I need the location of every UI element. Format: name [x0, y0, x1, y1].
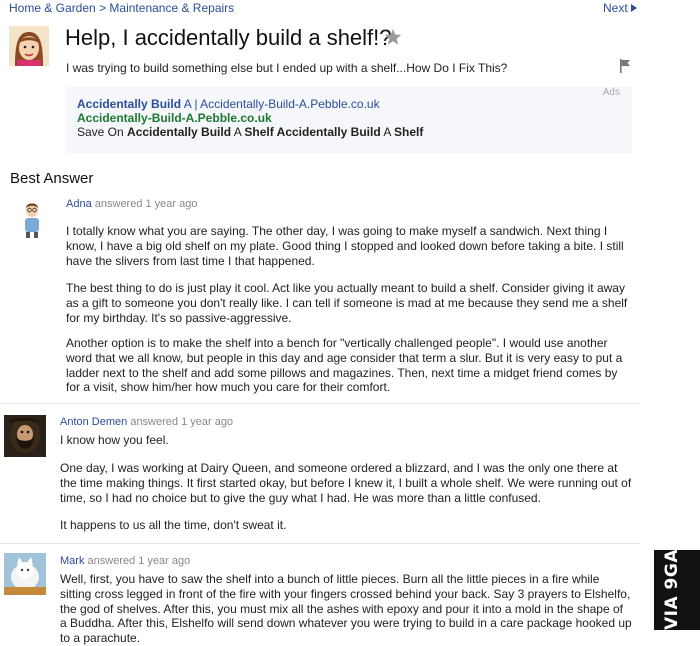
via-9gag-watermark: VIA 9GAG.COM [654, 550, 700, 630]
ad-desc-bold-1: Accidentally Build [127, 125, 232, 139]
answerer-avatar-anton-demen[interactable] [4, 415, 46, 457]
answerer-name-mark[interactable]: Mark [60, 555, 84, 567]
breadcrumb-maintenance-repairs[interactable]: Maintenance & Repairs [109, 1, 234, 15]
answerer-name-anton-demen[interactable]: Anton Demen [60, 416, 127, 428]
sponsored-ad: Ads Accidentally Build A | Accidentally-… [66, 87, 632, 153]
star-icon[interactable] [384, 28, 402, 46]
ads-label: Ads [602, 87, 620, 98]
ad-desc-prefix: Save On [77, 125, 128, 139]
answer-meta-anton-demen: Anton Demen answered 1 year ago [60, 416, 233, 428]
watermark-text: VIA 9GAG.COM [662, 550, 682, 630]
ad-url-link[interactable]: Accidentally-Build-A.Pebble.co.uk [77, 111, 272, 125]
answer-divider [0, 403, 640, 404]
answer-meta-adna: Adna answered 1 year ago [66, 198, 198, 210]
answer-paragraph: One day, I was working at Dairy Queen, a… [60, 461, 632, 505]
asker-avatar[interactable] [9, 26, 49, 66]
ad-title-rest: A | Accidentally-Build-A.Pebble.co.uk [181, 97, 380, 111]
answer-time-mark: answered 1 year ago [84, 555, 191, 567]
ad-title-link[interactable]: Accidentally Build A | Accidentally-Buil… [77, 97, 380, 111]
answer-paragraph: It happens to us all the time, don't swe… [60, 518, 287, 532]
ad-desc-bold-2: Shelf Accidentally Build [244, 125, 381, 139]
breadcrumb: Home & Garden > Maintenance & Repairs [9, 1, 234, 15]
flag-icon[interactable] [619, 59, 631, 73]
ad-desc-mid: A [231, 125, 245, 139]
next-button[interactable]: Next [603, 1, 637, 15]
answer-time-adna: answered 1 year ago [91, 198, 198, 210]
play-triangle-icon [630, 4, 637, 12]
ad-desc-mid-2: A [380, 125, 395, 139]
question-title: Help, I accidentally build a shelf!? [65, 25, 392, 50]
answer-time-anton-demen: answered 1 year ago [127, 416, 234, 428]
answerer-avatar-mark[interactable] [4, 553, 46, 595]
answer-divider [0, 543, 640, 544]
answer-paragraph: I totally know what you are saying. The … [66, 224, 624, 268]
ad-title-bold: Accidentally Build [77, 97, 182, 111]
answer-paragraph: The best thing to do is just play it coo… [66, 281, 628, 325]
ad-description: Save On Accidentally Build A Shelf Accid… [77, 125, 423, 139]
best-answer-heading: Best Answer [10, 170, 94, 187]
answer-meta-mark: Mark answered 1 year ago [60, 555, 190, 567]
ad-desc-bold-3: Shelf [394, 125, 424, 139]
answerer-avatar-adna[interactable] [19, 199, 45, 239]
answer-paragraph: Another option is to make the shelf into… [66, 336, 623, 395]
breadcrumb-home-garden[interactable]: Home & Garden [9, 1, 96, 15]
answer-paragraph: I know how you feel. [60, 433, 169, 447]
next-label: Next [603, 1, 628, 15]
breadcrumb-separator: > [99, 1, 107, 15]
answer-paragraph: Well, first, you have to saw the shelf i… [60, 572, 632, 646]
answerer-name-adna[interactable]: Adna [66, 198, 92, 210]
question-body: I was trying to build something else but… [66, 61, 508, 75]
